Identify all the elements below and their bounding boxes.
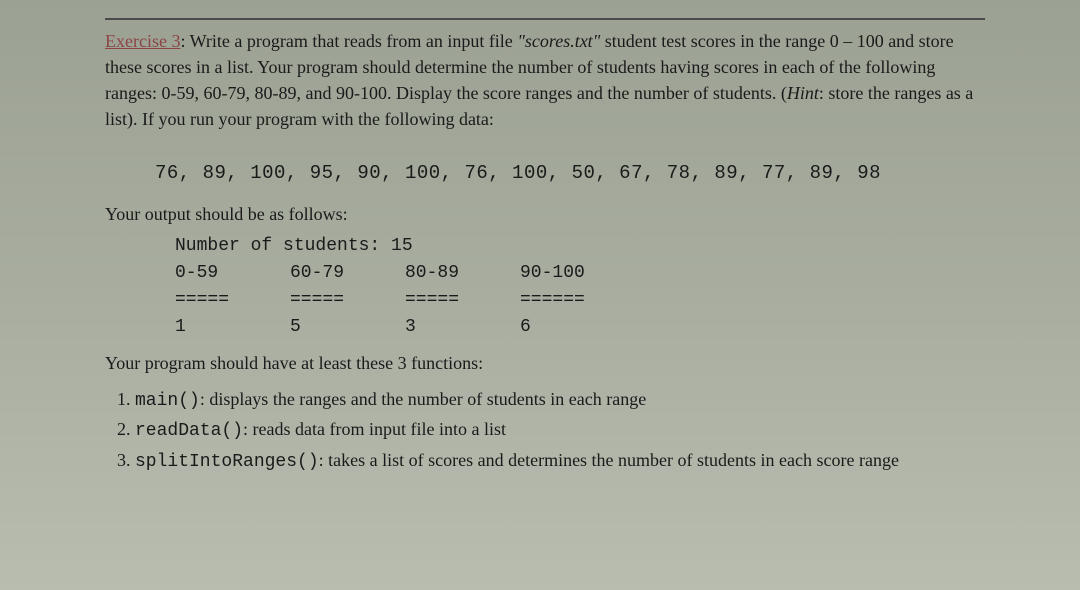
sample-data: 76, 89, 100, 95, 90, 100, 76, 100, 50, 6…	[155, 162, 985, 184]
count-value: 3	[405, 314, 520, 341]
top-divider	[105, 18, 985, 20]
counts-row: 1 5 3 6	[175, 314, 985, 341]
list-item: splitIntoRanges(): takes a list of score…	[135, 447, 985, 475]
count-value: 6	[520, 314, 650, 341]
prompt-part1: : Write a program that reads from an inp…	[180, 31, 517, 51]
function-name: splitIntoRanges()	[135, 452, 319, 472]
function-name: main()	[135, 391, 200, 411]
expected-output: Number of students: 15 0-59 60-79 80-89 …	[175, 233, 985, 341]
problem-statement: Exercise 3: Write a program that reads f…	[105, 28, 985, 132]
output-intro: Your output should be as follows:	[105, 204, 985, 225]
function-desc: : takes a list of scores and determines …	[319, 450, 899, 470]
function-desc: : reads data from input file into a list	[243, 419, 506, 439]
exercise-document: Exercise 3: Write a program that reads f…	[0, 0, 1080, 487]
separator: =====	[175, 287, 290, 314]
separator: =====	[290, 287, 405, 314]
output-header: Number of students: 15	[175, 233, 985, 260]
list-item: main(): displays the ranges and the numb…	[135, 386, 985, 414]
range-label: 90-100	[520, 260, 650, 287]
exercise-label: Exercise 3	[105, 31, 180, 51]
count-value: 5	[290, 314, 405, 341]
filename: "scores.txt"	[517, 31, 600, 51]
range-label: 60-79	[290, 260, 405, 287]
count-value: 1	[175, 314, 290, 341]
range-label: 80-89	[405, 260, 520, 287]
separator-row: ===== ===== ===== ======	[175, 287, 985, 314]
range-label: 0-59	[175, 260, 290, 287]
function-desc: : displays the ranges and the number of …	[200, 389, 646, 409]
separator: =====	[405, 287, 520, 314]
function-name: readData()	[135, 421, 243, 441]
function-list: main(): displays the ranges and the numb…	[135, 386, 985, 474]
range-labels-row: 0-59 60-79 80-89 90-100	[175, 260, 985, 287]
list-item: readData(): reads data from input file i…	[135, 416, 985, 444]
functions-intro: Your program should have at least these …	[105, 353, 985, 374]
hint-label: Hint	[787, 83, 819, 103]
separator: ======	[520, 287, 650, 314]
